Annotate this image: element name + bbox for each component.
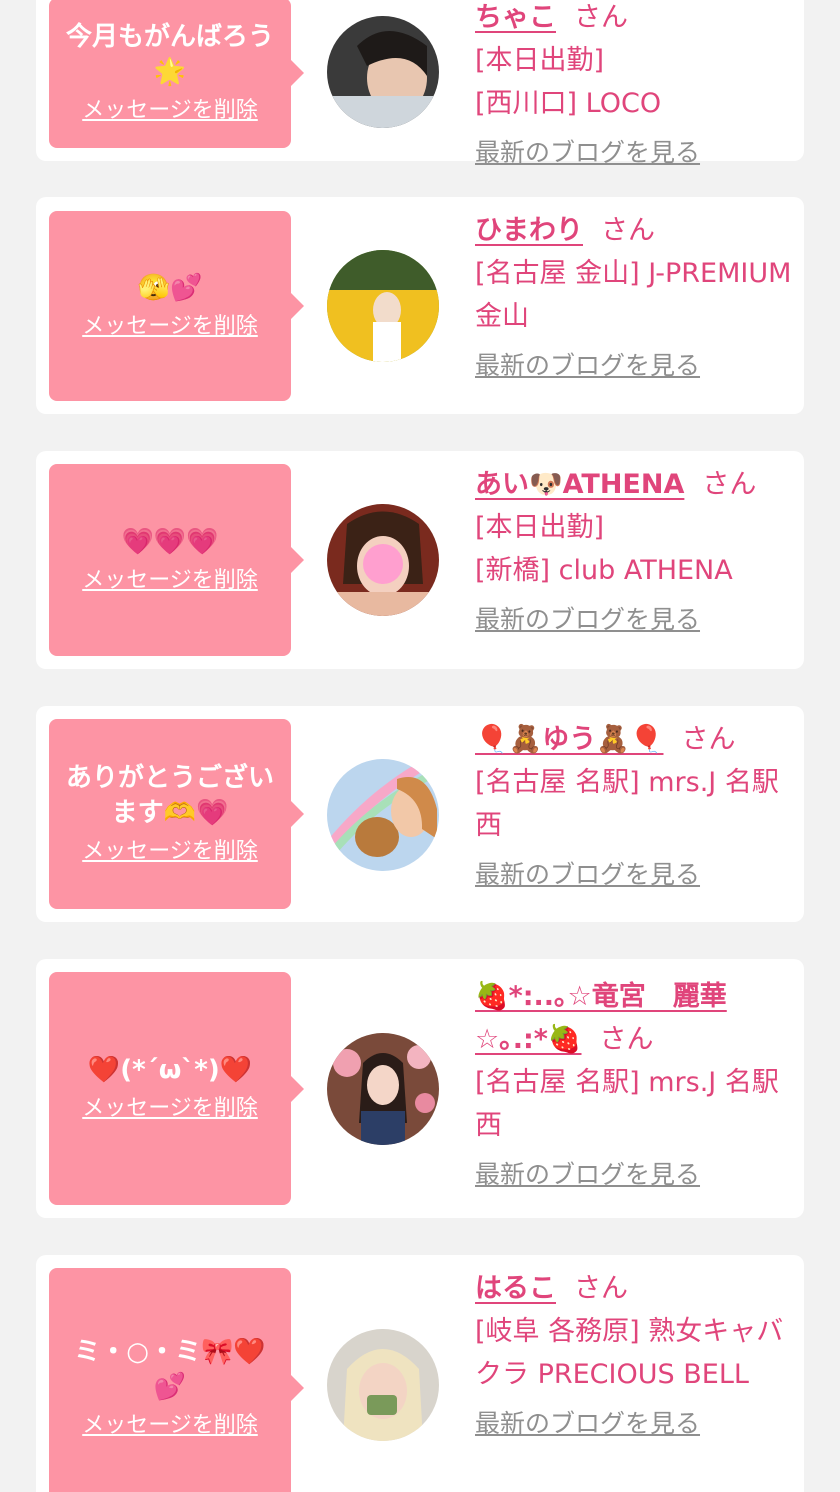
profile-name-link[interactable]: ひまわり [475, 215, 583, 246]
profile-info: あい🐶ATHENA さん [本日出勤] [新橋] club ATHENA 最新のブ… [475, 463, 795, 641]
profile-info: はるこ さん [岐阜 各務原] 熟女キャバクラ PRECIOUS BELL 最新の… [475, 1267, 795, 1445]
favorite-card: 今月もがんばろう🌟 メッセージを削除 ちゃこ さん [本日出勤] [西川口] LO… [36, 0, 804, 167]
message-text: 💗💗💗 [121, 526, 219, 557]
profile-name-link[interactable]: はるこ [475, 1273, 556, 1304]
profile-info: ちゃこ さん [本日出勤] [西川口] LOCO 最新のブログを見る [475, 0, 795, 174]
shop-detail: [新橋] club ATHENA [475, 555, 733, 586]
message-bubble: ミ・○・ミ🎀❤️💕 メッセージを削除 [49, 1268, 304, 1492]
favorite-list: 今月もがんばろう🌟 メッセージを削除 ちゃこ さん [本日出勤] [西川口] LO… [0, 0, 840, 1492]
message-text: ❤️(*´ω`*)❤️ [87, 1055, 253, 1085]
favorite-card: ありがとうございます🫶💗 メッセージを削除 🎈🧸ゆう🧸🎈 さん [名古屋 名駅] … [36, 706, 804, 922]
favorite-card: ミ・○・ミ🎀❤️💕 メッセージを削除 はるこ さん [岐阜 各務原] 熟女キャバク… [36, 1255, 804, 1492]
avatar[interactable] [327, 250, 439, 362]
avatar[interactable] [327, 759, 439, 871]
message-bubble: ありがとうございます🫶💗 メッセージを削除 [49, 719, 304, 909]
honorific: さん [574, 2, 628, 33]
message-bubble: 💗💗💗 メッセージを削除 [49, 464, 304, 656]
profile-info: 🎈🧸ゆう🧸🎈 さん [名古屋 名駅] mrs.J 名駅西 最新のブログを見る [475, 718, 795, 896]
shop-detail: [名古屋 名駅] mrs.J 名駅西 [475, 1067, 779, 1141]
shop-detail: [本日出勤] [475, 45, 605, 76]
avatar[interactable] [327, 504, 439, 616]
message-bubble: 今月もがんばろう🌟 メッセージを削除 [49, 0, 304, 148]
shop-detail: [名古屋 名駅] mrs.J 名駅西 [475, 767, 779, 841]
shop-detail: [西川口] LOCO [475, 88, 662, 119]
favorite-card: ❤️(*´ω`*)❤️ メッセージを削除 🍓*:..｡☆竜宮 麗華☆｡.:*🍓 さ… [36, 959, 804, 1218]
avatar[interactable] [327, 1033, 439, 1145]
delete-message-button[interactable]: メッセージを削除 [82, 96, 258, 126]
shop-detail: [岐阜 各務原] 熟女キャバクラ PRECIOUS BELL [475, 1316, 784, 1390]
message-bubble: ❤️(*´ω`*)❤️ メッセージを削除 [49, 972, 304, 1205]
profile-info: ひまわり さん [名古屋 金山] J-PREMIUM 金山 最新のブログを見る [475, 209, 795, 387]
profile-info: 🍓*:..｡☆竜宮 麗華☆｡.:*🍓 さん [名古屋 名駅] mrs.J 名駅西 … [475, 975, 795, 1196]
favorite-card: 💗💗💗 メッセージを削除 あい🐶ATHENA さん [本日出勤] [新橋] clu… [36, 451, 804, 669]
delete-message-button[interactable]: メッセージを削除 [82, 566, 258, 596]
delete-message-button[interactable]: メッセージを削除 [82, 1411, 258, 1441]
latest-blog-link[interactable]: 最新のブログを見る [475, 598, 700, 641]
latest-blog-link[interactable]: 最新のブログを見る [475, 1153, 700, 1196]
latest-blog-link[interactable]: 最新のブログを見る [475, 1402, 700, 1445]
message-text: 今月もがんばろう🌟 [65, 22, 274, 87]
avatar[interactable] [327, 1329, 439, 1441]
shop-detail: [名古屋 金山] J-PREMIUM 金山 [475, 258, 792, 332]
message-text: ミ・○・ミ🎀❤️💕 [74, 1337, 266, 1402]
honorific: さん [574, 1273, 628, 1304]
shop-detail: [本日出勤] [475, 512, 605, 543]
honorific: さん [681, 724, 736, 755]
delete-message-button[interactable]: メッセージを削除 [82, 837, 258, 867]
delete-message-button[interactable]: メッセージを削除 [82, 1094, 258, 1124]
profile-name-link[interactable]: 🎈🧸ゆう🧸🎈 [475, 724, 663, 755]
message-text: 🫣💕 [137, 272, 203, 303]
latest-blog-link[interactable]: 最新のブログを見る [475, 344, 700, 387]
message-text: ありがとうございます🫶💗 [65, 763, 274, 828]
honorific: さん [601, 215, 655, 246]
honorific: さん [599, 1024, 654, 1055]
delete-message-button[interactable]: メッセージを削除 [82, 312, 258, 342]
profile-name-link[interactable]: あい🐶ATHENA [475, 469, 684, 500]
message-bubble: 🫣💕 メッセージを削除 [49, 211, 304, 401]
profile-name-link[interactable]: ちゃこ [475, 2, 556, 33]
honorific: さん [702, 469, 757, 500]
latest-blog-link[interactable]: 最新のブログを見る [475, 131, 700, 174]
favorite-card: 🫣💕 メッセージを削除 ひまわり さん [名古屋 金山] J-PREMIUM 金山… [36, 197, 804, 414]
avatar[interactable] [327, 16, 439, 128]
latest-blog-link[interactable]: 最新のブログを見る [475, 853, 700, 896]
